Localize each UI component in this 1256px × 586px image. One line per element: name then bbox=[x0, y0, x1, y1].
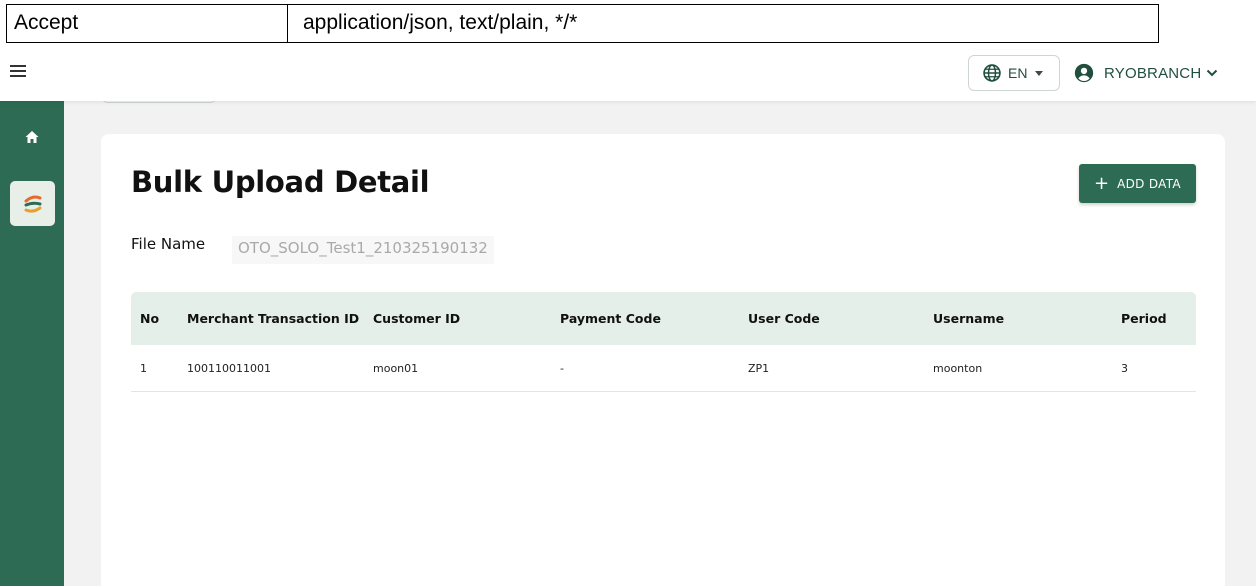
bulk-upload-table: No Merchant Transaction ID Customer ID P… bbox=[131, 292, 1196, 392]
cell-username: moonton bbox=[933, 361, 983, 375]
add-data-label: ADD DATA bbox=[1117, 176, 1181, 191]
column-header-no: No bbox=[140, 311, 160, 326]
home-icon[interactable] bbox=[24, 129, 40, 145]
plus-icon: + bbox=[1094, 172, 1110, 194]
file-name-label: File Name bbox=[131, 235, 206, 253]
user-menu[interactable]: RYOBRANCH bbox=[1074, 60, 1218, 86]
hamburger-menu-icon[interactable] bbox=[10, 65, 26, 79]
sidebar bbox=[0, 101, 64, 586]
top-bar: EN RYOBRANCH bbox=[0, 50, 1256, 101]
cell-user-code: ZP1 bbox=[748, 361, 770, 375]
cell-customer-id: moon01 bbox=[373, 361, 419, 375]
sidebar-item-app[interactable] bbox=[10, 181, 55, 226]
cell-period: 3 bbox=[1121, 361, 1128, 375]
content-card: Bulk Upload Detail + ADD DATA File Name … bbox=[101, 134, 1225, 586]
cell-payment-code: - bbox=[560, 361, 564, 375]
column-header-username: Username bbox=[933, 311, 1005, 326]
table-header: No Merchant Transaction ID Customer ID P… bbox=[131, 292, 1196, 345]
caret-down-icon bbox=[1035, 70, 1044, 76]
file-name-value: OTO_SOLO_Test1_210325190132 bbox=[232, 236, 494, 264]
app-logo-icon bbox=[24, 195, 41, 213]
page-title: Bulk Upload Detail bbox=[131, 165, 430, 199]
user-circle-icon bbox=[1074, 63, 1094, 83]
add-data-button[interactable]: + ADD DATA bbox=[1079, 164, 1196, 203]
cell-merchant-transaction-id: 100110011001 bbox=[187, 361, 271, 375]
column-header-user-code: User Code bbox=[748, 311, 820, 326]
language-selector[interactable]: EN bbox=[968, 55, 1060, 91]
globe-icon bbox=[983, 64, 1001, 82]
language-label: EN bbox=[1008, 65, 1028, 81]
accept-header-table: Accept application/json, text/plain, */* bbox=[6, 4, 1159, 43]
table-row[interactable]: 1 100110011001 moon01 - ZP1 moonton 3 bbox=[131, 345, 1196, 392]
user-name: RYOBRANCH bbox=[1104, 64, 1202, 82]
chevron-down-icon bbox=[1207, 69, 1218, 77]
column-header-period: Period bbox=[1121, 311, 1167, 326]
column-header-customer-id: Customer ID bbox=[373, 311, 461, 326]
column-header-merchant-transaction-id: Merchant Transaction ID bbox=[187, 311, 360, 326]
header-value-cell: application/json, text/plain, */* bbox=[303, 11, 578, 34]
header-key-cell: Accept bbox=[7, 5, 288, 42]
column-header-payment-code: Payment Code bbox=[560, 311, 661, 326]
cell-no: 1 bbox=[140, 361, 147, 375]
